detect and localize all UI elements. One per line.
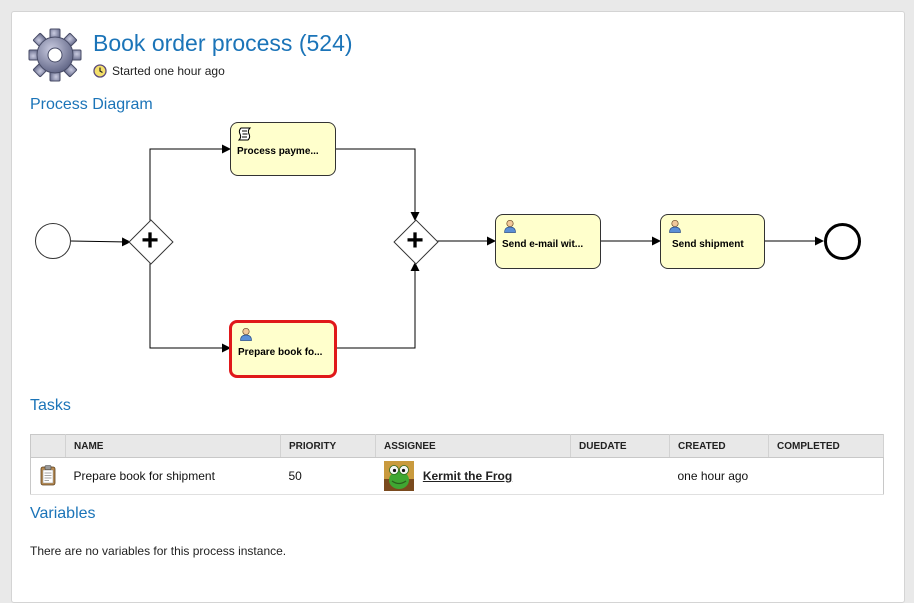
page-title: Book order process (524)	[93, 30, 353, 56]
started-text: Started one hour ago	[112, 64, 225, 78]
task-name-cell[interactable]: Prepare book for shipment	[65, 457, 281, 495]
avatar	[383, 461, 414, 491]
user-task-icon	[669, 219, 681, 233]
no-variables-message: There are no variables for this process …	[30, 544, 287, 558]
assignee-link[interactable]: Kermit the Frog	[423, 469, 512, 483]
parallel-gateway-plus-icon: +	[141, 224, 159, 257]
task-label: Send shipment	[672, 239, 744, 250]
task-priority-cell: 50	[280, 457, 376, 495]
column-header-duedate[interactable]: DUEDATE	[570, 434, 670, 458]
parallel-gateway-plus-icon: +	[406, 224, 424, 257]
user-task-icon	[504, 219, 516, 233]
task-duedate-cell	[570, 457, 670, 495]
task-icon-cell	[30, 457, 66, 495]
section-tasks: Tasks	[30, 397, 71, 414]
task-assignee-cell: Kermit the Frog	[375, 457, 571, 495]
column-header-created[interactable]: CREATED	[669, 434, 769, 458]
task-label: Prepare book fo...	[238, 347, 323, 358]
column-header-name[interactable]: NAME	[65, 434, 281, 458]
task-prepare-book[interactable]: Prepare book fo...	[229, 320, 337, 378]
started-info: Started one hour ago	[93, 64, 225, 78]
column-header-priority[interactable]: PRIORITY	[280, 434, 376, 458]
gear-icon	[28, 28, 82, 82]
task-completed-cell	[768, 457, 884, 495]
table-header-row: NAME PRIORITY ASSIGNEE DUEDATE CREATED C…	[30, 434, 884, 458]
tasks-table: NAME PRIORITY ASSIGNEE DUEDATE CREATED C…	[30, 434, 884, 495]
task-send-shipment[interactable]: Send shipment	[660, 214, 765, 269]
column-header-completed[interactable]: COMPLETED	[768, 434, 884, 458]
clock-icon	[93, 64, 107, 78]
clipboard-icon	[40, 464, 56, 485]
script-icon	[238, 127, 252, 141]
task-send-email[interactable]: Send e-mail wit...	[495, 214, 601, 269]
column-header-icon	[30, 434, 66, 458]
section-variables: Variables	[30, 505, 96, 522]
user-task-icon	[240, 327, 252, 341]
task-created-cell: one hour ago	[669, 457, 769, 495]
task-process-payment[interactable]: Process payme...	[230, 122, 336, 176]
task-label: Process payme...	[237, 146, 319, 157]
table-row[interactable]: Prepare book for shipment 50 Kermit the …	[30, 457, 884, 495]
start-event[interactable]	[35, 223, 71, 259]
task-label: Send e-mail wit...	[502, 239, 584, 250]
column-header-assignee[interactable]: ASSIGNEE	[375, 434, 571, 458]
section-process-diagram: Process Diagram	[30, 96, 153, 113]
end-event[interactable]	[824, 223, 861, 260]
